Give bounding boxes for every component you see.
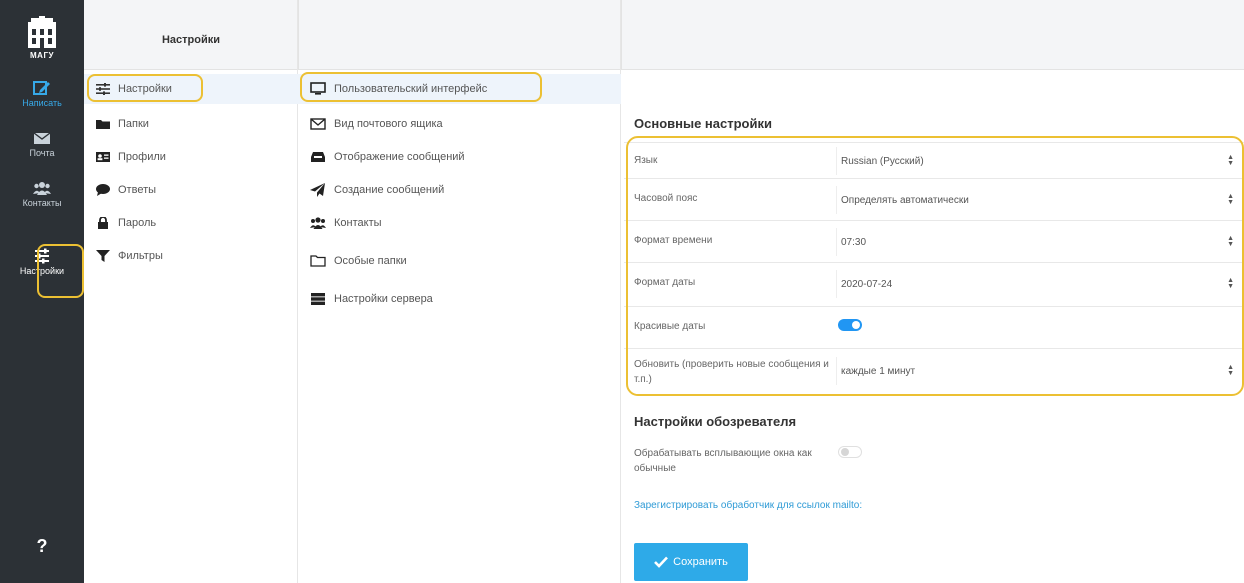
users-icon — [33, 182, 51, 195]
pref-server-settings-label: Настройки сервера — [334, 293, 433, 305]
pref-contacts-label: Контакты — [334, 217, 382, 229]
nav-mail-label: Почта — [29, 148, 55, 158]
pref-server-settings[interactable]: Настройки сервера — [310, 288, 433, 310]
section-password-label: Пароль — [118, 217, 157, 229]
pref-mailbox-view-label: Вид почтового ящика — [334, 118, 443, 130]
checkmark-icon — [654, 556, 669, 568]
nav-compose[interactable]: Написать — [0, 78, 84, 124]
highlight-pref-user-interface — [300, 72, 542, 102]
save-button-label: Сохранить — [673, 556, 728, 568]
users-icon — [310, 217, 326, 229]
id-card-icon — [96, 152, 110, 162]
pref-special-folders[interactable]: Особые папки — [310, 250, 407, 272]
save-button[interactable]: Сохранить — [634, 543, 748, 581]
register-mailto-handler-link[interactable]: Зарегистрировать обработчик для ссылок m… — [634, 500, 862, 511]
section-identities[interactable]: Профили — [96, 146, 166, 168]
section-responses[interactable]: Ответы — [96, 179, 156, 201]
compose-icon — [33, 81, 50, 95]
section-filters-label: Фильтры — [118, 250, 163, 262]
app-logo[interactable]: МАГУ — [0, 10, 84, 72]
section-main-options-title: Основные настройки — [634, 116, 772, 131]
section-password[interactable]: Пароль — [96, 212, 156, 234]
section-identities-label: Профили — [118, 151, 166, 163]
nav-contacts-label: Контакты — [22, 198, 62, 208]
university-building-icon — [28, 16, 56, 48]
pref-special-folders-label: Особые папки — [334, 255, 407, 267]
popups-toggle[interactable] — [838, 446, 862, 458]
logo-text: МАГУ — [30, 51, 54, 60]
pref-contacts[interactable]: Контакты — [310, 212, 382, 234]
section-filters[interactable]: Фильтры — [96, 245, 163, 267]
server-icon — [311, 293, 325, 305]
help-icon[interactable]: ? — [0, 536, 84, 557]
comment-icon — [96, 184, 110, 196]
envelope-icon — [33, 132, 51, 144]
pref-composing-messages[interactable]: Создание сообщений — [310, 179, 444, 201]
filter-icon — [96, 250, 110, 262]
nav-compose-label: Написать — [22, 98, 62, 108]
pref-mailbox-view[interactable]: Вид почтового ящика — [310, 113, 443, 135]
popups-label: Обрабатывать всплывающие окна как обычны… — [634, 448, 812, 474]
nav-contacts[interactable]: Контакты — [0, 178, 84, 224]
nav-mail[interactable]: Почта — [0, 128, 84, 174]
pref-composing-messages-label: Создание сообщений — [334, 184, 445, 196]
section-folders[interactable]: Папки — [96, 113, 149, 135]
folder-icon — [96, 120, 110, 129]
highlight-nav-settings — [37, 244, 84, 298]
inbox-icon — [311, 152, 325, 162]
section-browser-options-title: Настройки обозревателя — [634, 414, 797, 429]
lock-icon — [98, 217, 108, 229]
pref-displaying-messages[interactable]: Отображение сообщений — [310, 146, 465, 168]
highlight-main-options — [626, 136, 1244, 396]
folder-outline-icon — [310, 255, 326, 267]
pref-displaying-messages-label: Отображение сообщений — [334, 151, 465, 163]
envelope-icon — [310, 118, 326, 130]
highlight-section-settings — [87, 74, 203, 102]
section-responses-label: Ответы — [118, 184, 157, 196]
section-folders-label: Папки — [118, 118, 149, 130]
paper-plane-icon — [310, 183, 325, 197]
